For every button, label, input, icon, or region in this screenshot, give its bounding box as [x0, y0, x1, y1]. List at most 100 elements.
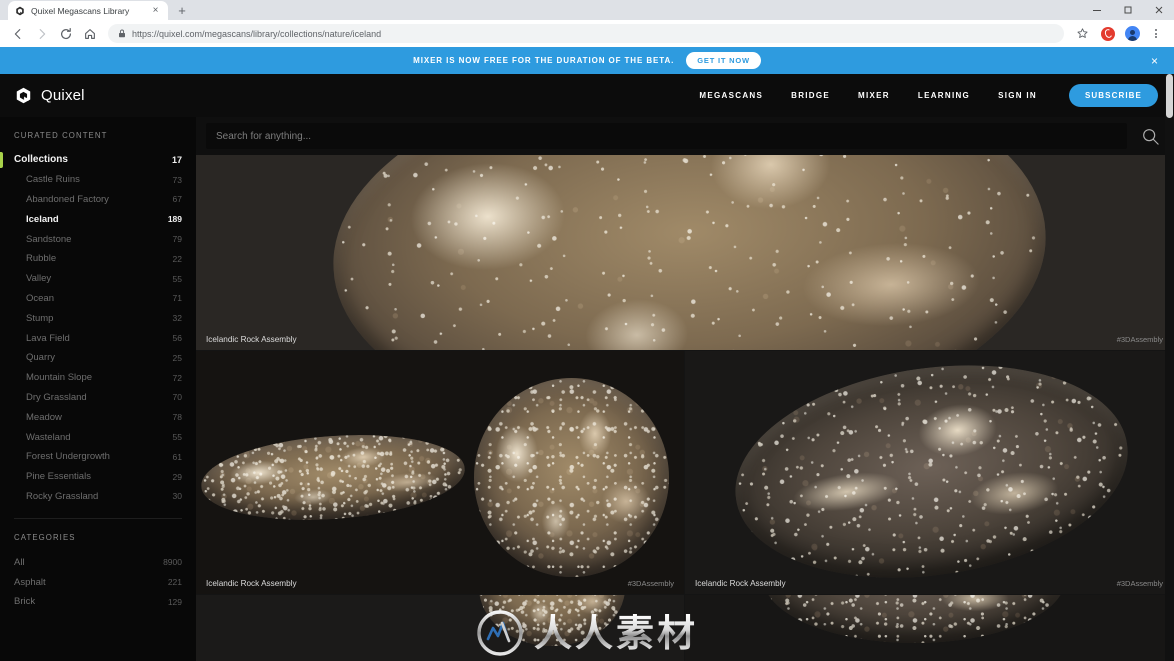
- asset-card[interactable]: [196, 595, 685, 661]
- sidebar-item-count: 61: [172, 451, 182, 462]
- address-bar[interactable]: https://quixel.com/megascans/library/col…: [108, 24, 1064, 43]
- sidebar-item-label: Quarry: [26, 352, 56, 364]
- page-scrollbar-thumb[interactable]: [1166, 74, 1173, 118]
- sidebar-item-valley[interactable]: Valley 55: [0, 269, 196, 289]
- asset-thumbnail: [685, 351, 1173, 594]
- sidebar-item-label: Collections: [14, 154, 68, 166]
- asset-card[interactable]: Icelandic Rock Assembly #3DAssembly: [196, 155, 1174, 351]
- sidebar-item-label: Abandoned Factory: [26, 193, 109, 205]
- sidebar-item-label: Pine Essentials: [26, 471, 91, 483]
- asset-title: Icelandic Rock Assembly: [206, 578, 297, 588]
- sidebar-item-label: Sandstone: [26, 233, 72, 245]
- search-icon[interactable]: [1141, 127, 1160, 146]
- asset-title: Icelandic Rock Assembly: [695, 578, 786, 588]
- sidebar-item-forest-undergrowth[interactable]: Forest Undergrowth 61: [0, 447, 196, 467]
- active-accent-bar: [0, 152, 3, 168]
- sidebar-item-count: 32: [172, 313, 182, 324]
- opera-extension-icon[interactable]: [1096, 22, 1120, 46]
- home-icon[interactable]: [78, 22, 102, 46]
- sidebar-category-all[interactable]: All 8900: [0, 552, 196, 572]
- sidebar-item-stump[interactable]: Stump 32: [0, 308, 196, 328]
- new-tab-button[interactable]: +: [172, 1, 192, 20]
- sidebar-item-label: Dry Grassland: [26, 391, 87, 403]
- sidebar-category-brick[interactable]: Brick 129: [0, 592, 196, 612]
- sidebar-category-asphalt[interactable]: Asphalt 221: [0, 572, 196, 592]
- sidebar-heading-curated: CURATED CONTENT: [14, 131, 108, 140]
- sidebar-item-count: 22: [172, 253, 182, 264]
- nav-item-mixer[interactable]: MIXER: [858, 91, 890, 100]
- window-close-button[interactable]: [1143, 0, 1174, 20]
- sidebar-item-pine-essentials[interactable]: Pine Essentials 29: [0, 467, 196, 487]
- tab-close-icon[interactable]: ×: [150, 5, 161, 16]
- sidebar-item-castle-ruins[interactable]: Castle Ruins 73: [0, 170, 196, 190]
- main-content: Search for anything... Icelandic Rock As…: [196, 117, 1174, 661]
- sidebar-item-rubble[interactable]: Rubble 22: [0, 249, 196, 269]
- sidebar-item-count: 56: [172, 333, 182, 344]
- browser-menu-icon[interactable]: [1144, 22, 1168, 46]
- sidebar-item-lava-field[interactable]: Lava Field 56: [0, 328, 196, 348]
- asset-thumbnail: [196, 595, 684, 661]
- search-input[interactable]: Search for anything...: [206, 123, 1127, 149]
- sidebar-item-label: Mountain Slope: [26, 372, 93, 384]
- nav-item-sign-in[interactable]: SIGN IN: [998, 91, 1037, 100]
- window-maximize-button[interactable]: [1112, 0, 1143, 20]
- toolbar-right-group: [1070, 22, 1168, 46]
- sidebar-item-count: 221: [167, 577, 182, 588]
- main-nav: MEGASCANS BRIDGE MIXER LEARNING SIGN IN …: [699, 84, 1158, 107]
- sidebar-item-label: Ocean: [26, 292, 54, 304]
- asset-card[interactable]: Icelandic Rock Assembly #3DAssembly: [196, 351, 685, 595]
- nav-item-megascans[interactable]: MEGASCANS: [699, 91, 763, 100]
- sidebar-item-mountain-slope[interactable]: Mountain Slope 72: [0, 368, 196, 388]
- sidebar-item-label: Lava Field: [26, 332, 70, 344]
- promo-cta-button[interactable]: GET IT NOW: [686, 52, 761, 69]
- quixel-logo-icon: [15, 6, 25, 16]
- sidebar-item-sandstone[interactable]: Sandstone 79: [0, 229, 196, 249]
- sidebar-item-iceland[interactable]: Iceland 189: [0, 209, 196, 229]
- sidebar-item-abandoned-factory[interactable]: Abandoned Factory 67: [0, 190, 196, 210]
- window-minimize-button[interactable]: [1081, 0, 1112, 20]
- asset-card[interactable]: Icelandic Rock Assembly #3DAssembly: [685, 351, 1174, 595]
- sidebar-item-dry-grassland[interactable]: Dry Grassland 70: [0, 388, 196, 408]
- sidebar-item-label: Rocky Grassland: [26, 490, 99, 502]
- forward-icon[interactable]: [30, 22, 54, 46]
- asset-thumbnail: [685, 595, 1173, 661]
- asset-grid-row-partial: [196, 595, 1174, 661]
- sidebar-item-count: 8900: [163, 557, 182, 568]
- browser-tab[interactable]: Quixel Megascans Library ×: [8, 1, 168, 20]
- subscribe-button[interactable]: SUBSCRIBE: [1068, 84, 1158, 107]
- bookmark-star-icon[interactable]: [1070, 22, 1094, 46]
- asset-card-meta: Icelandic Rock Assembly #3DAssembly: [196, 572, 684, 594]
- sidebar-item-label: Brick: [14, 596, 36, 608]
- search-placeholder: Search for anything...: [216, 130, 312, 142]
- tab-strip: Quixel Megascans Library × +: [0, 0, 1174, 20]
- asset-card-meta: Icelandic Rock Assembly #3DAssembly: [196, 328, 1173, 350]
- asset-tag: #3DAssembly: [1116, 334, 1163, 344]
- sidebar-item-wasteland[interactable]: Wasteland 55: [0, 427, 196, 447]
- nav-item-bridge[interactable]: BRIDGE: [791, 91, 830, 100]
- sidebar-item-count: 25: [172, 352, 182, 363]
- promo-close-icon[interactable]: ×: [1151, 55, 1158, 67]
- sidebar-item-ocean[interactable]: Ocean 71: [0, 289, 196, 309]
- sidebar-item-collections[interactable]: Collections 17: [0, 150, 196, 170]
- sidebar-item-rocky-grassland[interactable]: Rocky Grassland 30: [0, 487, 196, 507]
- back-icon[interactable]: [6, 22, 30, 46]
- nav-item-learning[interactable]: LEARNING: [918, 91, 970, 100]
- sidebar-item-count: 73: [172, 174, 182, 185]
- window-controls: [1081, 0, 1174, 20]
- asset-card[interactable]: [685, 595, 1174, 661]
- asset-grid-row: Icelandic Rock Assembly #3DAssembly: [196, 155, 1174, 351]
- asset-thumbnail: [196, 351, 684, 594]
- sidebar-item-quarry[interactable]: Quarry 25: [0, 348, 196, 368]
- sidebar-item-label: Castle Ruins: [26, 174, 80, 186]
- reload-icon[interactable]: [54, 22, 78, 46]
- profile-avatar-icon[interactable]: [1122, 24, 1142, 44]
- site-header: Quixel MEGASCANS BRIDGE MIXER LEARNING S…: [0, 74, 1174, 117]
- tab-title: Quixel Megascans Library: [31, 5, 130, 16]
- brand-logo-link[interactable]: Quixel: [14, 86, 85, 105]
- sidebar-item-meadow[interactable]: Meadow 78: [0, 407, 196, 427]
- sidebar-item-count: 79: [172, 234, 182, 245]
- asset-grid: Icelandic Rock Assembly #3DAssembly Icel: [196, 155, 1174, 661]
- sidebar-item-count: 29: [172, 471, 182, 482]
- page-scrollbar[interactable]: [1165, 74, 1174, 661]
- sidebar-item-count: 17: [171, 154, 182, 165]
